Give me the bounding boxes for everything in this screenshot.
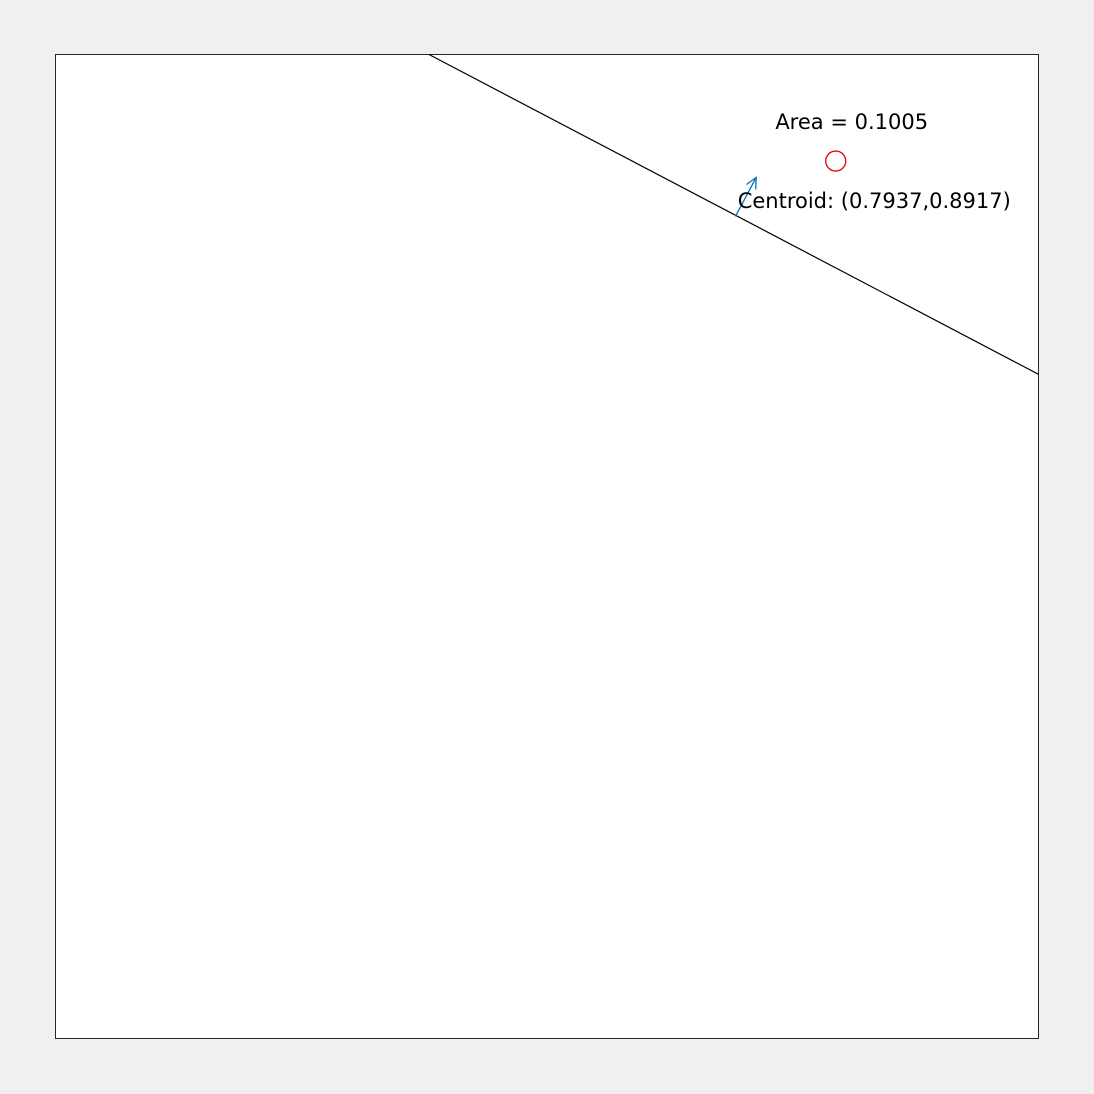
figure-window: Area = 0.1005 Centroid: (0.7937,0.8917): [0, 0, 1094, 1094]
plot-canvas: Area = 0.1005 Centroid: (0.7937,0.8917): [55, 53, 1039, 1039]
centroid-label: Centroid: (0.7937,0.8917): [738, 189, 1011, 213]
area-label: Area = 0.1005: [775, 110, 928, 134]
